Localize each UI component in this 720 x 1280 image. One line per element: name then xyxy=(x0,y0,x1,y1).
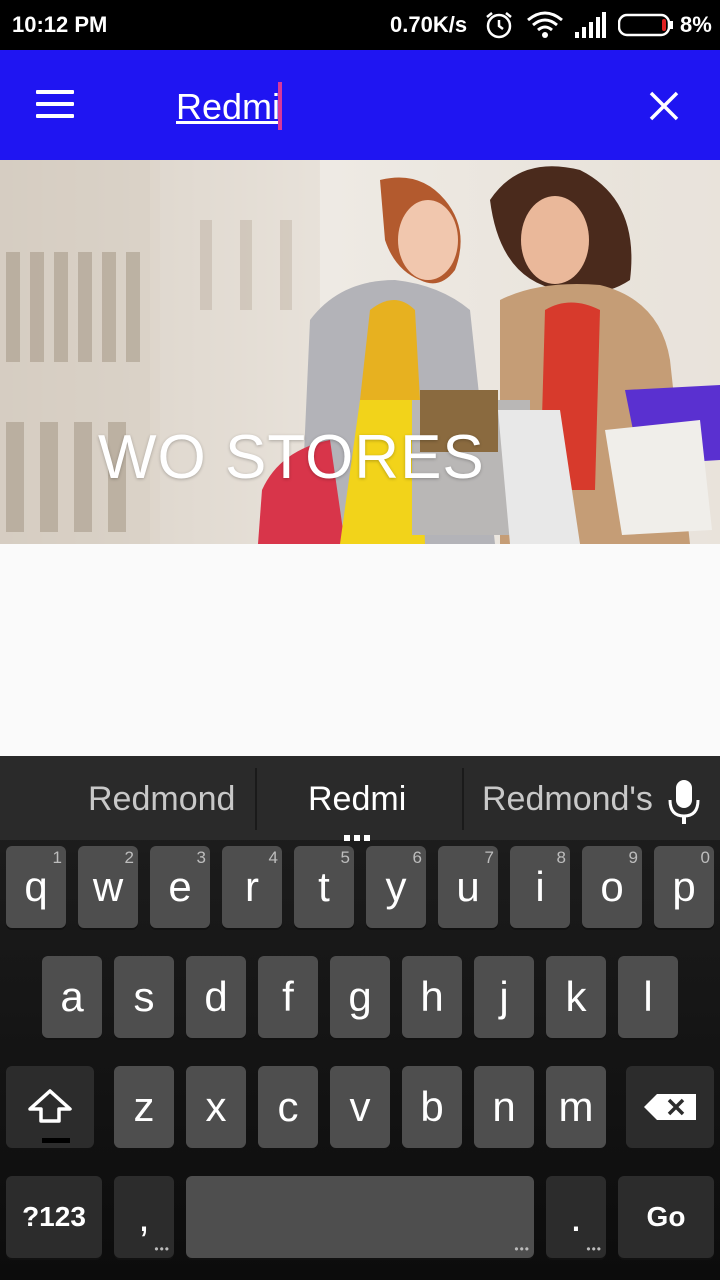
key-d[interactable]: d xyxy=(186,956,246,1038)
key-t[interactable]: t5 xyxy=(294,846,354,928)
key-y[interactable]: y6 xyxy=(366,846,426,928)
key-hint: 0 xyxy=(700,848,710,867)
key-l[interactable]: l xyxy=(618,956,678,1038)
key-m[interactable]: m xyxy=(546,1066,606,1148)
wifi-icon xyxy=(527,11,563,38)
key-w[interactable]: w2 xyxy=(78,846,138,928)
key-label: o xyxy=(600,863,624,910)
key-hint: 5 xyxy=(340,848,350,867)
key-hint: 1 xyxy=(52,848,62,867)
key-hint: 4 xyxy=(268,848,278,867)
key-b[interactable]: b xyxy=(402,1066,462,1148)
backspace-key[interactable] xyxy=(626,1066,714,1148)
key-h[interactable]: h xyxy=(402,956,462,1038)
more-keys-indicator: ••• xyxy=(514,1242,530,1256)
network-speed: 0.70K/s xyxy=(390,12,468,37)
status-time: 10:12 PM xyxy=(12,12,108,37)
key-a[interactable]: a xyxy=(42,956,102,1038)
key-q[interactable]: q1 xyxy=(6,846,66,928)
key-r[interactable]: r4 xyxy=(222,846,282,928)
period-key[interactable]: . ••• xyxy=(546,1176,606,1258)
key-v[interactable]: v xyxy=(330,1066,390,1148)
key-label: t xyxy=(318,863,330,910)
comma-key[interactable]: , ••• xyxy=(114,1176,174,1258)
hamburger-menu-icon[interactable] xyxy=(36,90,76,120)
key-g[interactable]: g xyxy=(330,956,390,1038)
key-hint: 8 xyxy=(556,848,566,867)
key-label: i xyxy=(535,863,545,910)
key-x[interactable]: x xyxy=(186,1066,246,1148)
search-box xyxy=(176,82,596,132)
key-o[interactable]: o9 xyxy=(582,846,642,928)
key-hint: 6 xyxy=(412,848,422,867)
key-j[interactable]: j xyxy=(474,956,534,1038)
status-bar: 10:12 PM 0.70K/s 8% xyxy=(0,0,720,50)
suggestion-divider xyxy=(462,768,464,830)
space-key[interactable]: ••• xyxy=(186,1176,534,1258)
text-cursor xyxy=(278,82,282,130)
key-label: u xyxy=(456,863,480,910)
key-label: r xyxy=(245,863,259,910)
key-z[interactable]: z xyxy=(114,1066,174,1148)
alarm-icon xyxy=(486,12,512,39)
key-hint: 3 xyxy=(196,848,206,867)
key-label: y xyxy=(385,863,407,910)
key-e[interactable]: e3 xyxy=(150,846,210,928)
key-label: e xyxy=(168,863,192,910)
suggestion-strip: Redmond Redmi Redmond's xyxy=(0,756,720,841)
key-label: . xyxy=(570,1193,582,1240)
key-u[interactable]: u7 xyxy=(438,846,498,928)
key-label: , xyxy=(138,1193,150,1240)
go-key[interactable]: Go xyxy=(618,1176,714,1258)
suggestion-center[interactable]: Redmi xyxy=(308,780,406,819)
key-c[interactable]: c xyxy=(258,1066,318,1148)
banner-title: WO STORES xyxy=(98,423,485,492)
key-hint: 7 xyxy=(484,848,494,867)
suggestion-right[interactable]: Redmond's xyxy=(482,780,653,819)
microphone-icon[interactable] xyxy=(664,778,704,826)
key-f[interactable]: f xyxy=(258,956,318,1038)
suggestion-divider xyxy=(255,768,257,830)
shift-icon xyxy=(28,1089,72,1123)
key-hint: 2 xyxy=(124,848,134,867)
shift-key[interactable] xyxy=(6,1066,94,1148)
backspace-icon xyxy=(644,1094,696,1120)
close-icon[interactable] xyxy=(648,90,680,122)
key-hint: 9 xyxy=(628,848,638,867)
content-area xyxy=(0,544,720,756)
key-k[interactable]: k xyxy=(546,956,606,1038)
symbols-key[interactable]: ?123 xyxy=(6,1176,102,1258)
suggestion-left[interactable]: Redmond xyxy=(88,780,235,819)
shift-indicator xyxy=(42,1138,70,1143)
key-p[interactable]: p0 xyxy=(654,846,714,928)
app-bar xyxy=(0,50,720,160)
store-banner[interactable]: WO STORES xyxy=(0,160,720,544)
more-suggestions-indicator xyxy=(344,828,374,841)
key-n[interactable]: n xyxy=(474,1066,534,1148)
more-keys-indicator: ••• xyxy=(154,1242,170,1256)
search-input[interactable] xyxy=(176,82,280,132)
key-i[interactable]: i8 xyxy=(510,846,570,928)
key-s[interactable]: s xyxy=(114,956,174,1038)
soft-keyboard: Redmond Redmi Redmond's q1 w2 e3 r4 t5 y… xyxy=(0,756,720,1280)
signal-icon xyxy=(575,12,606,38)
key-label: p xyxy=(672,863,696,910)
battery-percent: 8% xyxy=(680,12,712,37)
more-keys-indicator: ••• xyxy=(586,1242,602,1256)
key-label: q xyxy=(24,863,48,910)
battery-icon xyxy=(618,13,673,37)
key-label: w xyxy=(92,863,124,910)
